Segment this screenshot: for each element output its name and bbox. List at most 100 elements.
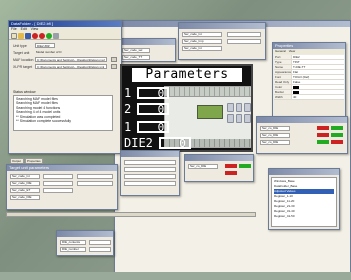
device-terminals-top — [165, 87, 251, 97]
lcd-value-box[interactable]: 0 — [137, 87, 170, 99]
grid-item[interactable]: Ser_code_Imp — [182, 39, 222, 44]
grid-value[interactable] — [227, 39, 261, 44]
param-value[interactable] — [43, 188, 73, 193]
lcd-row-label: 2 — [124, 102, 132, 116]
mid-window: Ser_co_DIE — [184, 154, 254, 182]
status-indicator-red — [331, 140, 343, 144]
lcd-row-label: DIE2 — [124, 136, 153, 150]
grid-item[interactable]: Ser_code_sel — [122, 48, 150, 53]
main-toolbar — [9, 32, 121, 40]
stop-icon[interactable] — [32, 32, 38, 39]
status-indicator-green — [331, 126, 343, 130]
param-value[interactable] — [77, 181, 113, 186]
status-item[interactable]: Ser_co_DIE — [260, 140, 290, 145]
status-item[interactable]: Ser_co_DIE — [260, 126, 290, 131]
tab-general[interactable]: General — [275, 49, 286, 54]
top-grid-window-1: Ser_code_txt Ser_code_Imp Ser_code_txt — [178, 22, 266, 60]
param-row[interactable]: Ser_code_txt — [10, 174, 40, 179]
xlpr-browse-button[interactable] — [111, 64, 117, 69]
save-icon[interactable] — [25, 32, 31, 39]
device-screen — [197, 105, 223, 119]
status-window-label: Status window — [13, 90, 36, 94]
tab-view[interactable]: View — [289, 49, 295, 54]
param-value[interactable] — [43, 181, 73, 186]
main-window: DataFolder - [ DIE2.bfl ] File Edit View… — [8, 20, 122, 154]
maf-browse-button[interactable] — [111, 57, 117, 62]
status-indicator-red — [317, 133, 329, 137]
mid-indicator-green — [239, 164, 251, 168]
device-keypad — [227, 103, 251, 123]
run-icon[interactable] — [46, 32, 52, 39]
color-swatch[interactable] — [293, 85, 299, 89]
small-row[interactable]: DIE_contents — [60, 240, 86, 245]
param-value[interactable] — [77, 174, 113, 179]
lcd-row: DIE2 0 — [124, 136, 191, 150]
register-list[interactable]: Windows_Base DataFolder_Base Adjusted Va… — [271, 177, 337, 227]
maf-location-field[interactable]: C:\Documents and Settings\...\Desktop\Re… — [35, 57, 107, 62]
top-grid-window-1-titlebar[interactable] — [179, 23, 265, 29]
grid-value[interactable] — [227, 32, 261, 37]
mid-item[interactable]: Ser_co_DIE — [188, 164, 218, 169]
stop-alt-icon[interactable] — [39, 32, 45, 39]
lcd-row: 2 0 — [124, 102, 170, 116]
unit-type-row: Unit type DIE2 ### — [9, 42, 121, 49]
prop-row[interactable]: Width 40 — [274, 95, 344, 100]
horizontal-scrollbar[interactable] — [6, 212, 256, 217]
grid-item[interactable]: Ser_code_txt — [182, 32, 222, 37]
xlpr-target-label: XLPR target — [13, 64, 33, 69]
lcd-row: 1 0 — [124, 120, 170, 134]
bottom-status-bar — [0, 272, 351, 280]
unit-type-field[interactable]: DIE2 ### — [35, 43, 55, 48]
param-row[interactable]: Ser_code_DIE — [10, 181, 40, 186]
lcd-value-box[interactable]: 0 — [158, 137, 191, 149]
center-row[interactable] — [124, 181, 176, 186]
status-indicator-green — [317, 140, 329, 144]
target-params-window: Target unit parameters Ser_code_txt Ser_… — [6, 164, 118, 210]
small-row[interactable]: DIE_number — [60, 247, 86, 252]
param-row[interactable]: Ser_code_DIE — [10, 195, 40, 200]
param-value[interactable] — [43, 174, 73, 179]
top-grid-window-2-titlebar[interactable] — [119, 39, 175, 45]
target-unit-field[interactable]: Model number of D — [35, 50, 117, 55]
lcd-parameters-panel: Parameters 1 0 2 0 1 0 DIE2 0 — [120, 64, 253, 152]
small-bottom-titlebar[interactable] — [57, 231, 113, 237]
center-row[interactable] — [124, 174, 176, 179]
register-list-titlebar[interactable] — [269, 169, 339, 175]
lcd-value-box[interactable]: 0 — [137, 121, 170, 133]
grid-item[interactable]: Ser_code_txt — [182, 46, 222, 51]
status-indicator-red — [317, 126, 329, 130]
desktop: Ser_code_txt Ser_code_Imp Ser_code_txt S… — [0, 0, 351, 280]
lcd-row-label: 1 — [124, 86, 132, 100]
lcd-row-label: 1 — [124, 120, 132, 134]
lcd-value-box[interactable]: 0 — [137, 103, 170, 115]
right-status-window: Ser_co_DIE Ser_co_DIE Ser_co_DIE — [256, 116, 348, 154]
target-unit-row: Target unit Model number of D — [9, 49, 121, 56]
small-value[interactable] — [89, 247, 111, 252]
small-bottom-window: DIE_contents DIE_number — [56, 230, 114, 256]
new-icon[interactable] — [11, 32, 17, 39]
border-color-swatch[interactable] — [293, 90, 299, 94]
mid-indicator-red — [225, 164, 237, 168]
xlpr-target-field[interactable]: C:\Documents and Settings\...\Desktop\Re… — [35, 64, 107, 69]
param-row[interactable]: Ser_code_ET — [10, 188, 40, 193]
status-item[interactable]: Ser_co_DIE — [260, 133, 290, 138]
center-row[interactable] — [124, 160, 176, 165]
grid-item[interactable]: Ser_code_TT — [122, 55, 150, 60]
maf-location-row: MAF location C:\Documents and Settings\.… — [9, 56, 121, 63]
top-grid-window-2: Ser_code_sel Ser_code_TT — [118, 38, 176, 62]
center-bottom-titlebar[interactable] — [121, 151, 179, 157]
settings-icon[interactable] — [53, 32, 59, 39]
mid-window-titlebar[interactable] — [185, 155, 253, 161]
small-value[interactable] — [89, 240, 111, 245]
menu-edit[interactable]: Edit — [21, 27, 27, 32]
menu-file[interactable]: File — [11, 27, 17, 32]
target-unit-label: Target unit — [13, 50, 30, 55]
open-icon[interactable] — [18, 32, 24, 39]
list-item[interactable]: Register_41-50 — [274, 214, 334, 219]
status-list[interactable]: Searching MAF model files Searching MAF … — [13, 95, 113, 131]
menu-view[interactable]: View — [31, 27, 39, 32]
center-row[interactable] — [124, 167, 176, 172]
center-bottom-window — [120, 150, 180, 196]
right-status-titlebar[interactable] — [257, 117, 347, 123]
target-params-titlebar[interactable]: Target unit parameters — [7, 165, 117, 171]
